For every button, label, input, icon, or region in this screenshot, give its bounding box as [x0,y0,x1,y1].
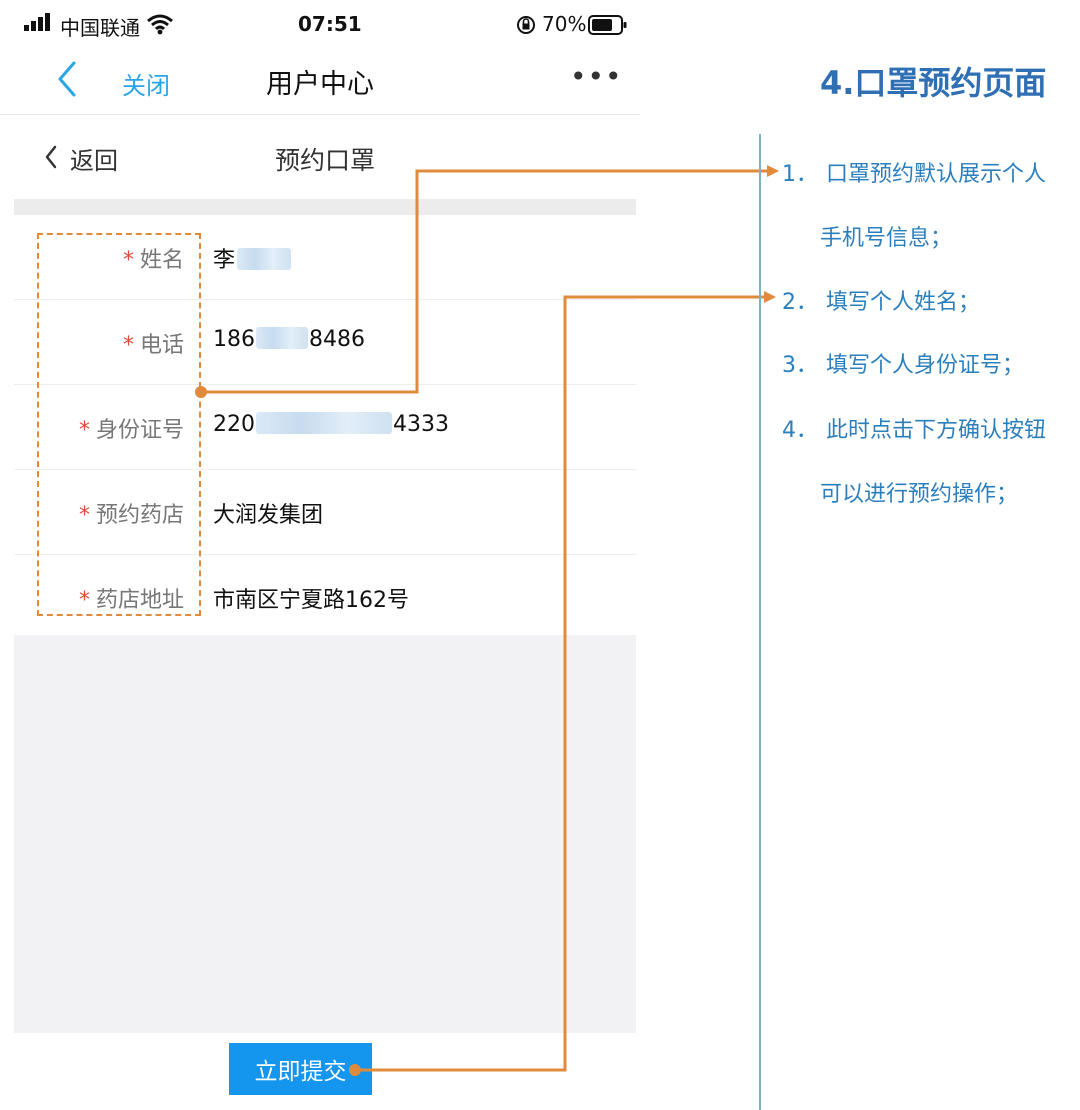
connector-dot [349,1064,361,1076]
step-4-text-cont: 可以进行预约操作； [820,482,1019,507]
connector-arrowhead [764,291,776,303]
connector-step-1 [195,165,779,398]
step-2-number: 2． [782,290,818,315]
annotation-heading: 4.口罩预约页面 [820,64,1047,102]
step-3-text: 填写个人身份证号； [826,353,1025,378]
connector-dot [195,386,207,398]
step-1-text: 口罩预约默认展示个人 [826,162,1047,187]
step-1-number: 1． [782,162,818,187]
connector-step-4 [349,291,776,1076]
step-1-text-cont: 手机号信息； [820,226,953,251]
vertical-divider [759,134,761,1110]
step-4-text: 此时点击下方确认按钮 [826,418,1047,443]
step-4-number: 4． [782,418,818,443]
connector-arrowhead [767,165,779,177]
step-3-number: 3． [782,353,818,378]
step-2-text: 填写个人姓名； [826,290,981,315]
